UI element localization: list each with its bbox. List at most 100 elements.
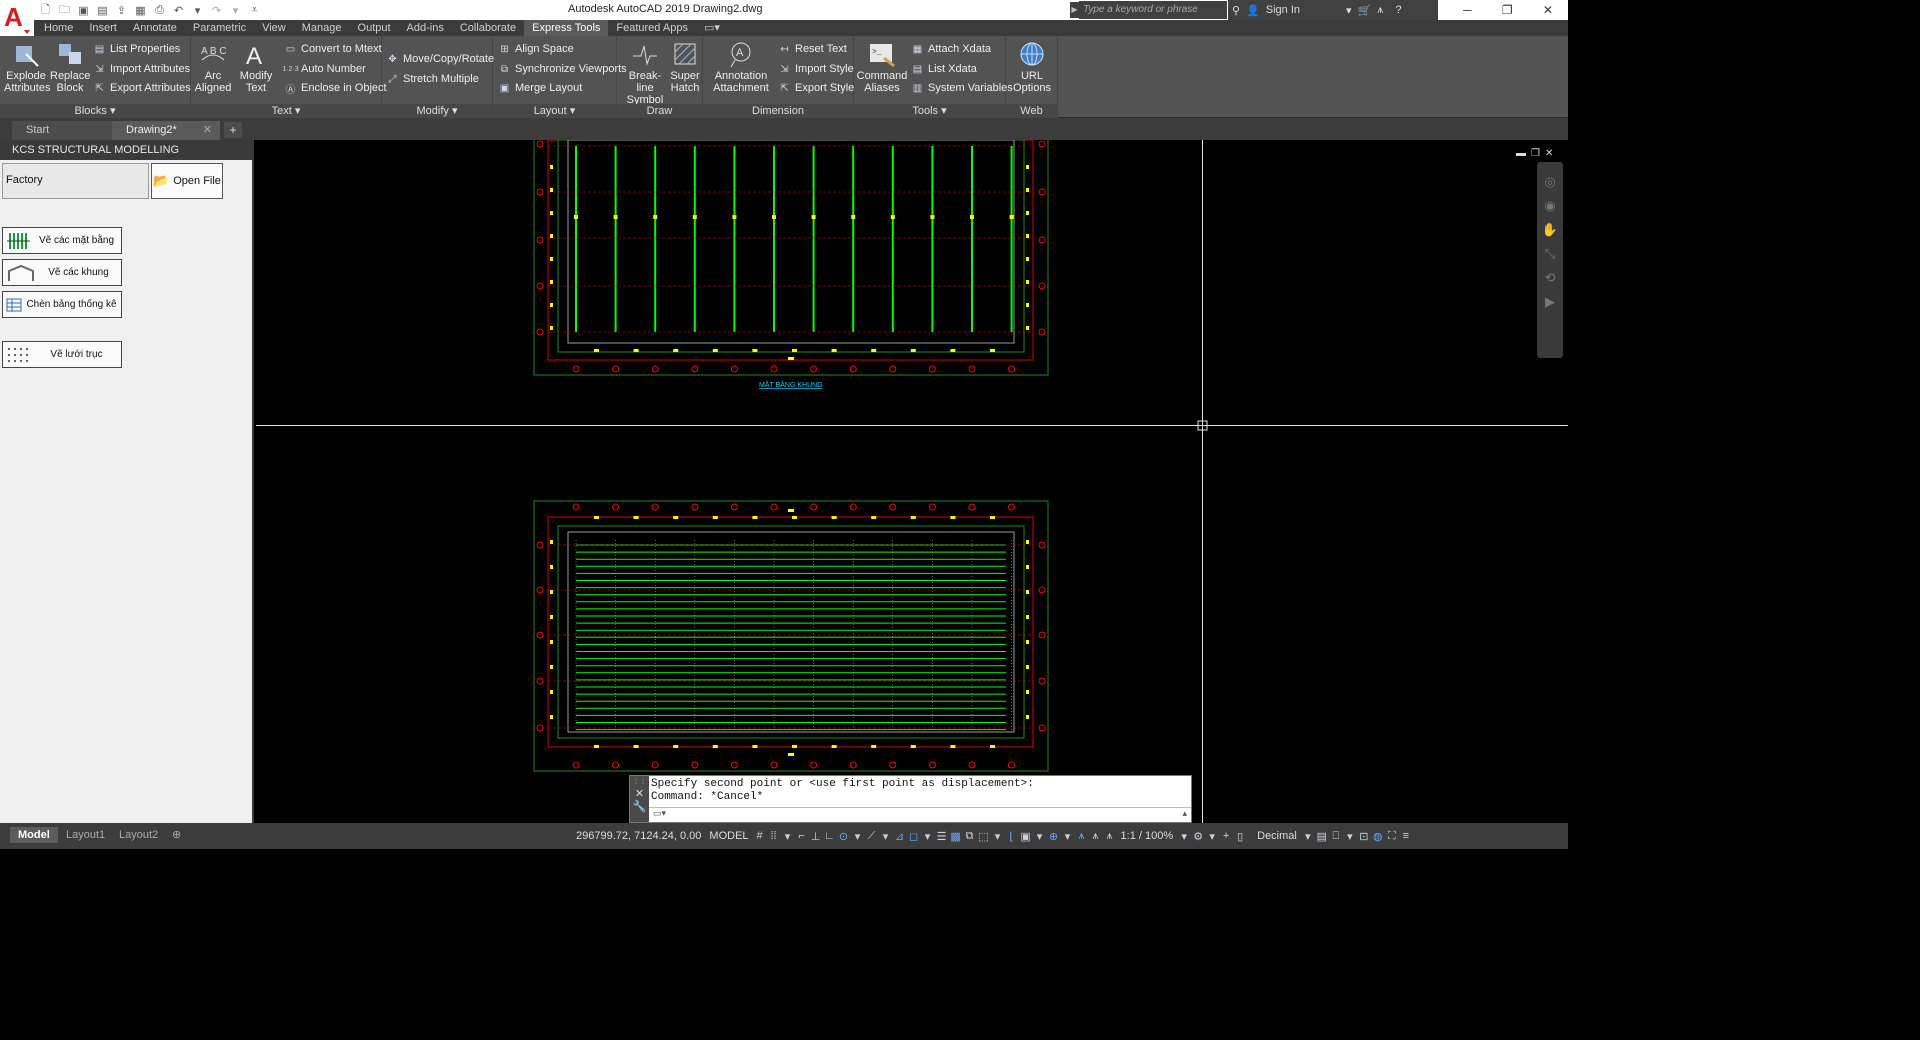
- a360-icon[interactable]: ⩚: [1377, 4, 1383, 17]
- polar-tracking-icon[interactable]: ⊙: [837, 830, 851, 843]
- new-tab-button[interactable]: +: [224, 122, 242, 138]
- tab-add-ins[interactable]: Add-ins: [399, 20, 452, 36]
- zoom-extents-icon[interactable]: ⤡: [1537, 242, 1563, 266]
- project-name-field[interactable]: Factory: [2, 163, 149, 199]
- transparency-icon[interactable]: ▩: [949, 830, 963, 843]
- tab-view[interactable]: View: [254, 20, 294, 36]
- snap-dropdown-icon[interactable]: ▾: [781, 830, 795, 843]
- polar-dropdown-icon[interactable]: ▾: [851, 830, 865, 843]
- customize-qat-icon[interactable]: ⩡: [247, 3, 262, 17]
- drawing-viewport[interactable]: MẶT BẰNG KHUNG: [256, 140, 1568, 823]
- selection-cycling-icon[interactable]: ⧉: [963, 830, 977, 843]
- viewport-restore-icon[interactable]: ❐: [1531, 148, 1540, 159]
- showmotion-icon[interactable]: ▶: [1537, 290, 1563, 314]
- open-file-icon[interactable]: 🗀: [57, 3, 72, 17]
- search-input[interactable]: Type a keyword or phrase: [1079, 1, 1227, 19]
- tab-home[interactable]: Home: [36, 20, 81, 36]
- units-icon[interactable]: ▯: [1233, 830, 1247, 843]
- gizmo-icon[interactable]: ⊕: [1047, 830, 1061, 843]
- command-input[interactable]: ▭▾ ▴: [649, 807, 1191, 822]
- panel-title-modify[interactable]: Modify ▾: [382, 104, 492, 118]
- pan-icon[interactable]: ✋: [1537, 218, 1563, 242]
- draw-frames-button[interactable]: Vẽ các khung: [2, 259, 122, 286]
- synchronize-viewports-button[interactable]: ⧉ Synchronize Viewports: [498, 60, 627, 78]
- annotation-scale-value[interactable]: 1:1 / 100%: [1117, 823, 1178, 849]
- object-snap-tracking-icon[interactable]: ⊿: [893, 830, 907, 843]
- panel-title-layout[interactable]: Layout ▾: [493, 104, 616, 118]
- isodraft-icon[interactable]: ⟋: [865, 830, 879, 843]
- restore-icon[interactable]: ❐: [1502, 3, 1513, 17]
- minimize-icon[interactable]: ─: [1463, 3, 1472, 17]
- command-prompt-icon[interactable]: ▭▾: [653, 808, 666, 818]
- annotation-monitor-icon[interactable]: +: [1219, 830, 1233, 842]
- redo-icon[interactable]: ↷: [209, 3, 224, 17]
- infer-constraints-icon[interactable]: ⌐: [795, 830, 809, 842]
- dynamic-input-icon[interactable]: ⊥: [809, 830, 823, 843]
- tab-collaborate[interactable]: Collaborate: [452, 20, 524, 36]
- units-value[interactable]: Decimal: [1247, 823, 1301, 849]
- draw-floor-plans-button[interactable]: Vẽ các mặt bằng: [2, 227, 122, 254]
- selection-filter-dropdown-icon[interactable]: ▾: [1033, 830, 1047, 843]
- close-tab-icon[interactable]: ✕: [203, 121, 212, 140]
- add-layout-icon[interactable]: ⊕: [164, 827, 189, 843]
- annotation-scale-icon[interactable]: ⩚: [1103, 830, 1117, 843]
- ortho-icon[interactable]: ∟: [823, 830, 837, 842]
- super-hatch-button[interactable]: Super Hatch: [669, 40, 701, 94]
- units-dropdown-icon[interactable]: ▾: [1301, 830, 1315, 843]
- plot-icon[interactable]: ⎙: [152, 3, 167, 17]
- application-menu-button[interactable]: A: [0, 0, 34, 36]
- layout-tab-layout2[interactable]: Layout2: [111, 827, 166, 843]
- new-file-icon[interactable]: 🗋: [38, 3, 53, 17]
- lock-ui-icon[interactable]: ⎕: [1329, 830, 1343, 843]
- align-space-button[interactable]: ⊞ Align Space: [498, 40, 573, 58]
- command-settings-icon[interactable]: 🔧: [630, 800, 649, 813]
- selection-filter-icon[interactable]: ▣: [1019, 830, 1033, 843]
- workspace-dropdown-icon[interactable]: ▾: [1205, 830, 1219, 843]
- lock-ui-dropdown-icon[interactable]: ▾: [1343, 830, 1357, 843]
- tab-manage[interactable]: Manage: [294, 20, 350, 36]
- replace-block-button[interactable]: Replace Block: [50, 40, 90, 94]
- move-copy-rotate-button[interactable]: ✥ Move/Copy/Rotate: [386, 50, 494, 68]
- viewport-close-icon[interactable]: ✕: [1545, 148, 1553, 159]
- isodraft-dropdown-icon[interactable]: ▾: [879, 830, 893, 843]
- list-xdata-button[interactable]: ▤ List Xdata: [911, 60, 977, 78]
- 3d-osnap-dropdown-icon[interactable]: ▾: [991, 830, 1005, 843]
- dynamic-ucs-icon[interactable]: ⌊: [1005, 830, 1019, 843]
- command-line-handle[interactable]: ⋮⋮ ✕ 🔧: [630, 776, 649, 822]
- modify-text-button[interactable]: A Modify Text: [235, 40, 277, 94]
- draw-grid-button[interactable]: Vẽ lưới trục: [2, 341, 122, 368]
- tab-parametric[interactable]: Parametric: [185, 20, 254, 36]
- explode-attributes-button[interactable]: Explode Attributes: [4, 40, 50, 94]
- export-attributes-button[interactable]: ⇱ Export Attributes: [93, 79, 190, 97]
- hardware-acceleration-icon[interactable]: ◍: [1371, 830, 1385, 843]
- merge-layout-button[interactable]: ▣ Merge Layout: [498, 79, 583, 97]
- stretch-multiple-button[interactable]: ⤢ Stretch Multiple: [386, 70, 479, 88]
- object-snap-icon[interactable]: ◻: [907, 830, 921, 843]
- lineweight-icon[interactable]: ☰: [935, 830, 949, 843]
- steering-wheel-icon[interactable]: ◎: [1537, 170, 1563, 194]
- panel-title-text[interactable]: Text ▾: [191, 104, 381, 118]
- search-expand-icon[interactable]: ▶: [1070, 2, 1079, 18]
- viewport-minimize-icon[interactable]: ▬: [1516, 148, 1526, 159]
- url-options-button[interactable]: URL Options: [1010, 40, 1054, 94]
- convert-to-mtext-button[interactable]: ▭ Convert to Mtext: [284, 40, 382, 58]
- system-variables-button[interactable]: ▥ System Variables: [911, 79, 1013, 97]
- sign-in-link[interactable]: Sign In: [1266, 4, 1300, 16]
- command-aliases-button[interactable]: >_ Command Aliases: [856, 40, 908, 94]
- help-icon[interactable]: ?: [1395, 4, 1401, 16]
- panel-title-blocks[interactable]: Blocks ▾: [0, 104, 190, 118]
- quick-properties-icon[interactable]: ▤: [1315, 830, 1329, 843]
- drawing-canvas[interactable]: MẶT BẰNG KHUNG: [256, 140, 1568, 823]
- attach-xdata-button[interactable]: ▦ Attach Xdata: [911, 40, 991, 58]
- isolate-objects-icon[interactable]: ⊡: [1357, 830, 1371, 843]
- customization-icon[interactable]: ≡: [1399, 830, 1413, 842]
- tab-output[interactable]: Output: [350, 20, 399, 36]
- grid-icon[interactable]: #: [753, 830, 767, 842]
- full-navigation-icon[interactable]: ◉: [1537, 194, 1563, 218]
- tab-insert[interactable]: Insert: [81, 20, 125, 36]
- close-icon[interactable]: ✕: [1543, 3, 1553, 17]
- gizmo-dropdown-icon[interactable]: ▾: [1061, 830, 1075, 843]
- object-snap-dropdown-icon[interactable]: ▾: [921, 830, 935, 843]
- undo-dropdown-icon[interactable]: ▾: [190, 3, 205, 17]
- workspace-gear-icon[interactable]: ⚙: [1191, 830, 1205, 843]
